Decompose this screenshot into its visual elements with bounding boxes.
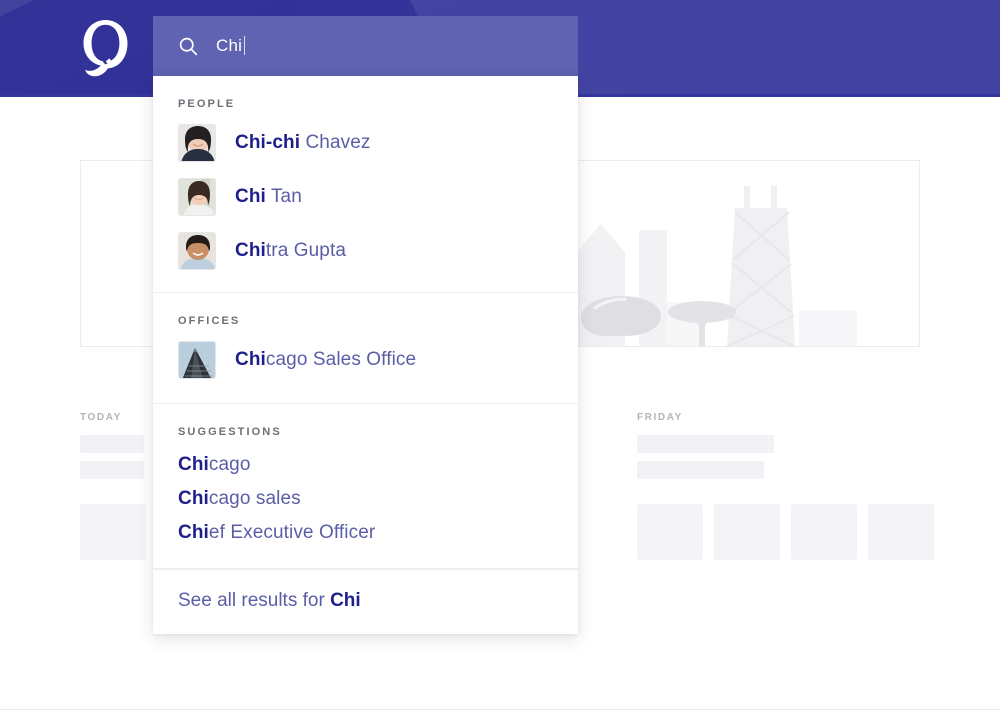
day-label: FRIDAY	[637, 412, 683, 423]
see-all-prefix: See all results for	[178, 590, 331, 611]
day-label: TODAY	[80, 412, 122, 423]
rest-text: cago	[208, 454, 251, 475]
day-column-friday: FRIDAY	[637, 412, 934, 560]
avatar	[178, 232, 216, 270]
match-text: Chi	[235, 349, 266, 370]
match-text: Chi	[235, 186, 266, 207]
text-caret	[244, 36, 246, 55]
search-input-value: Chi	[216, 36, 243, 55]
section-title: PEOPLE	[178, 98, 236, 110]
content-card[interactable]	[714, 504, 780, 560]
office-name: Chicago Sales Office	[235, 349, 416, 371]
placeholder-bar	[80, 461, 144, 479]
match-text: Chi	[178, 488, 209, 509]
suggestion-item[interactable]: Chicago sales	[153, 482, 578, 516]
section-people: PEOPLE Chi-chi Chavez Chi Tan Chitra Gup…	[153, 76, 578, 293]
result-row-person[interactable]: Chi-chi Chavez	[153, 116, 578, 170]
app-root: TODAY FRIDAY Chi PEOPLE Chi-chi Chavez C…	[0, 0, 1000, 710]
rest-text: tra Gupta	[265, 240, 347, 261]
avatar	[178, 178, 216, 216]
day-column-today: TODAY	[80, 412, 146, 560]
avatar	[178, 124, 216, 162]
content-card[interactable]	[868, 504, 934, 560]
search-suggestions-dropdown: PEOPLE Chi-chi Chavez Chi Tan Chitra Gup…	[153, 76, 578, 634]
rest-text: cago Sales Office	[265, 349, 417, 370]
result-row-person[interactable]: Chi Tan	[153, 170, 578, 224]
rest-text: ef Executive Officer	[208, 522, 376, 543]
see-all-query: Chi	[330, 590, 361, 611]
placeholder-bar	[637, 435, 774, 453]
rest-text: Tan	[265, 186, 302, 207]
search-overlay: Chi PEOPLE Chi-chi Chavez Chi Tan Chitra…	[153, 16, 578, 634]
rest-text: Chavez	[300, 132, 371, 153]
rest-text: cago sales	[208, 488, 301, 509]
match-text: Chi	[235, 240, 266, 261]
person-name: Chi-chi Chavez	[235, 132, 371, 154]
suggestion-item[interactable]: Chief Executive Officer	[153, 516, 578, 550]
match-text: Chi-chi	[235, 132, 301, 153]
result-row-office[interactable]: Chicago Sales Office	[153, 333, 578, 387]
see-all-results-link[interactable]: See all results for Chi	[153, 570, 578, 634]
match-text: Chi	[178, 522, 209, 543]
card-row	[80, 504, 146, 560]
placeholder-bar	[80, 435, 144, 453]
content-card[interactable]	[637, 504, 703, 560]
section-offices: OFFICES Chicago Sales Office	[153, 293, 578, 404]
suggestion-item[interactable]: Chicago	[153, 448, 578, 482]
placeholder-bar	[637, 461, 764, 479]
person-name: Chitra Gupta	[235, 240, 346, 262]
section-suggestions: SUGGESTIONS Chicago Chicago sales Chief …	[153, 404, 578, 569]
search-input[interactable]: Chi	[216, 36, 246, 56]
result-row-person[interactable]: Chitra Gupta	[153, 224, 578, 278]
content-card[interactable]	[791, 504, 857, 560]
search-icon	[179, 37, 198, 55]
card-row	[637, 504, 934, 560]
content-card[interactable]	[80, 504, 146, 560]
brand-logo-icon[interactable]	[78, 18, 134, 80]
person-name: Chi Tan	[235, 186, 302, 208]
search-bar[interactable]: Chi	[153, 16, 578, 76]
section-title: OFFICES	[178, 315, 241, 327]
section-title: SUGGESTIONS	[178, 426, 282, 438]
match-text: Chi	[178, 454, 209, 475]
see-all-section: See all results for Chi	[153, 569, 578, 634]
building-thumbnail-icon	[178, 341, 216, 379]
